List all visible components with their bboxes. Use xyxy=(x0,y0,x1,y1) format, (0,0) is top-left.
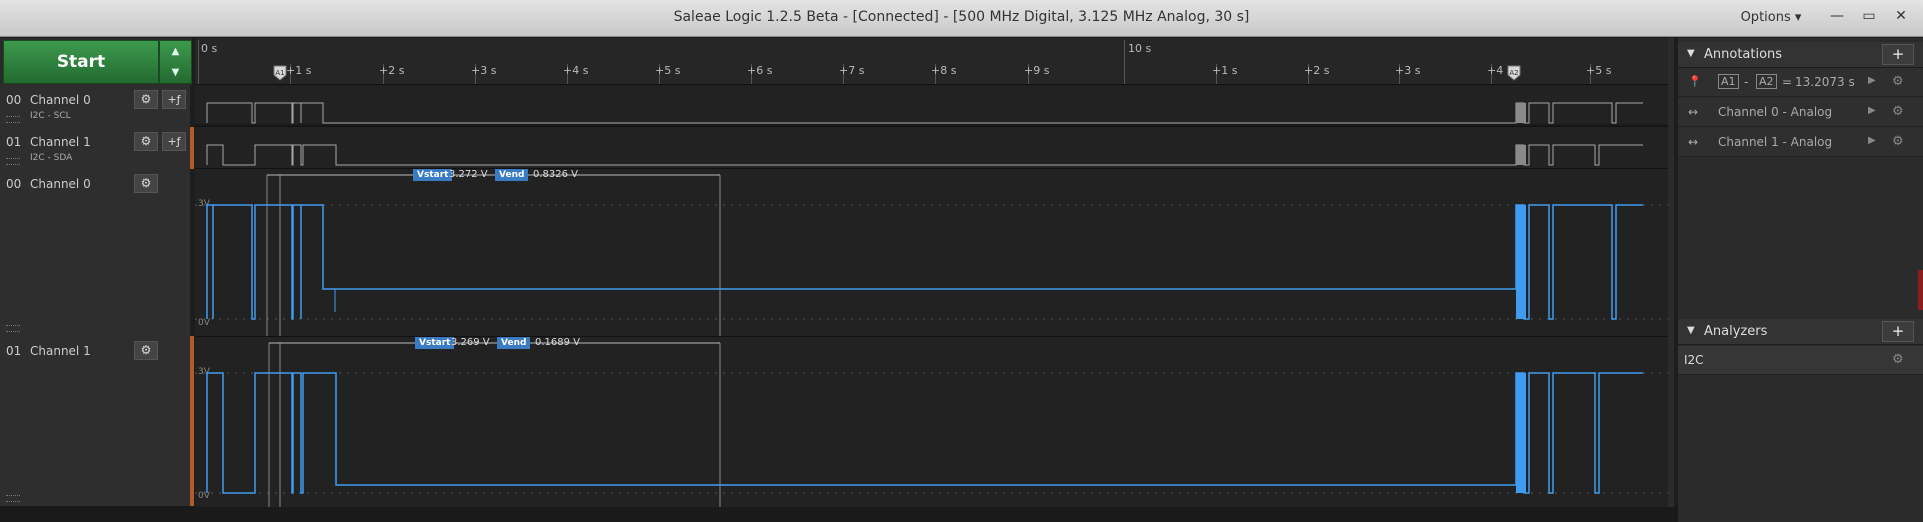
vend-value: 0.8326 V xyxy=(533,169,579,180)
analyzer-row[interactable]: I2C ⚙ xyxy=(1678,346,1923,375)
analyzer-label: I2C xyxy=(1684,353,1704,367)
minimize-button[interactable]: — xyxy=(1822,5,1852,27)
channel-color-bar xyxy=(190,127,194,169)
digital-lane-1[interactable] xyxy=(195,127,1668,169)
analog-lane-0[interactable]: 3V 0V Vstart 3.272 V Vend 0.8326 V xyxy=(195,169,1668,337)
timing-value: 13.2073 s xyxy=(1795,75,1855,89)
digital-waveform-0 xyxy=(195,102,1668,126)
annotation-label: Channel 0 - Analog xyxy=(1718,105,1833,119)
channel-number: 01 xyxy=(6,344,22,358)
horizontal-scrollbar[interactable] xyxy=(0,507,1680,522)
channel-name[interactable]: Channel 1 xyxy=(30,344,91,358)
chevron-down-icon[interactable]: ▼ xyxy=(160,62,191,83)
ruler-major-label: 10 s xyxy=(1128,42,1152,55)
channel-row-digital-0: 00 Channel 0 I2C - SCL ⚙ +ƒ xyxy=(0,85,190,128)
vertical-scrollbar[interactable] xyxy=(1668,38,1674,507)
cursor-markers: A1 A2 xyxy=(273,65,1521,81)
analyzers-title: Analyzers xyxy=(1704,324,1768,339)
channel-analyzer-label: I2C - SDA xyxy=(30,153,73,163)
ruler-major-label: 0 s xyxy=(201,42,218,55)
channel-color-bar xyxy=(190,336,194,506)
drag-handle-icon[interactable] xyxy=(6,495,20,502)
vstart-value: 3.269 V xyxy=(451,337,490,348)
marker-a1[interactable]: A1 xyxy=(273,65,287,81)
close-button[interactable]: ✕ xyxy=(1886,5,1916,27)
side-panel: ▼ Annotations + 📍 A1 - A2 = 13.2073 s ▶ … xyxy=(1678,38,1923,522)
play-arrow-icon[interactable]: ▶ xyxy=(1868,135,1876,146)
marker-a1-label: A1 xyxy=(275,69,284,77)
channel-analyzer-label: I2C - SCL xyxy=(30,111,71,121)
digital-lane-0[interactable] xyxy=(195,85,1668,127)
channel-row-analog-0: 00 Channel 0 ⚙ xyxy=(0,169,190,337)
measure-arrows-icon: ↔ xyxy=(1688,105,1699,119)
annotation-timing-row[interactable]: 📍 A1 - A2 = 13.2073 s ▶ ⚙ xyxy=(1678,68,1923,97)
trigger-icon[interactable]: +ƒ xyxy=(162,132,186,151)
channel-name[interactable]: Channel 0 xyxy=(30,93,91,107)
timing-a1-label: A1 xyxy=(1718,74,1739,89)
add-annotation-button[interactable]: + xyxy=(1882,44,1914,65)
digital-waveform-1 xyxy=(206,144,1643,166)
drag-handle-icon[interactable] xyxy=(6,158,20,165)
restore-button[interactable]: ▭ xyxy=(1854,5,1884,27)
title-bar: Saleae Logic 1.2.5 Beta - [Connected] - … xyxy=(0,0,1923,37)
annotation-label: Channel 1 - Analog xyxy=(1718,135,1833,149)
channel-number: 00 xyxy=(6,93,22,107)
time-ruler[interactable]: 0 s 10 s +1 s +2 s +3 s +4 s +5 s +6 s +7 s +8 … xyxy=(195,38,1668,85)
analog-lane-1[interactable]: 3V 0V Vstart 3.269 V Vend 0.1689 V xyxy=(195,337,1668,508)
collapse-triangle-icon[interactable]: ▼ xyxy=(1687,48,1695,59)
play-arrow-icon[interactable]: ▶ xyxy=(1868,75,1876,86)
edge-indicator xyxy=(1918,270,1923,310)
trigger-icon[interactable]: +ƒ xyxy=(162,90,186,109)
gear-icon[interactable]: ⚙ xyxy=(134,174,158,193)
gear-icon[interactable]: ⚙ xyxy=(1892,352,1904,367)
annotations-header[interactable]: ▼ Annotations + xyxy=(1678,42,1923,68)
channel-number: 01 xyxy=(6,135,22,149)
timing-a2-label: A2 xyxy=(1756,74,1777,89)
analog-waveform-1 xyxy=(195,342,1668,507)
drag-handle-icon[interactable] xyxy=(6,116,20,123)
vstart-tag: Vstart xyxy=(415,337,455,349)
drag-handle-icon[interactable] xyxy=(6,325,20,332)
channel-panel: 00 Channel 0 I2C - SCL ⚙ +ƒ 01 Channel 1… xyxy=(0,85,190,507)
annotation-row[interactable]: ↔ Channel 0 - Analog ▶ ⚙ xyxy=(1678,98,1923,127)
pin-icon: 📍 xyxy=(1688,75,1702,88)
vstart-value: 3.272 V xyxy=(449,169,488,180)
channel-name[interactable]: Channel 0 xyxy=(30,177,91,191)
analog-waveform-0 xyxy=(195,174,1668,336)
add-analyzer-button[interactable]: + xyxy=(1882,321,1914,342)
channel-number: 00 xyxy=(6,177,22,191)
timing-equals: = xyxy=(1782,75,1793,89)
collapse-triangle-icon[interactable]: ▼ xyxy=(1687,325,1695,336)
chevron-up-icon[interactable]: ▲ xyxy=(160,41,191,62)
gear-icon[interactable]: ⚙ xyxy=(1892,74,1904,89)
vend-tag: Vend xyxy=(497,337,531,349)
waveform-view[interactable]: 0 s 10 s +1 s +2 s +3 s +4 s +5 s +6 s +7 s +8 … xyxy=(195,38,1668,508)
vstart-tag: Vstart xyxy=(413,169,453,181)
vend-tag: Vend xyxy=(495,169,529,181)
gear-icon[interactable]: ⚙ xyxy=(1892,134,1904,149)
annotation-row[interactable]: ↔ Channel 1 - Analog ▶ ⚙ xyxy=(1678,128,1923,157)
channel-row-digital-1: 01 Channel 1 I2C - SDA ⚙ +ƒ xyxy=(0,127,190,170)
capture-controls: Start ▲ ▼ xyxy=(0,38,192,85)
marker-a2-label: A2 xyxy=(1509,69,1518,77)
play-arrow-icon[interactable]: ▶ xyxy=(1868,105,1876,116)
analyzers-header[interactable]: ▼ Analyzers + xyxy=(1678,319,1923,345)
gear-icon[interactable]: ⚙ xyxy=(1892,104,1904,119)
marker-a2[interactable]: A2 xyxy=(1507,65,1521,81)
annotations-title: Annotations xyxy=(1704,47,1783,62)
window-title: Saleae Logic 1.2.5 Beta - [Connected] - … xyxy=(673,9,1250,25)
measure-arrows-icon: ↔ xyxy=(1688,135,1699,149)
options-menu[interactable]: Options ▾ xyxy=(1726,8,1816,28)
channel-name[interactable]: Channel 1 xyxy=(30,135,91,149)
timing-dash: - xyxy=(1744,75,1749,89)
start-button[interactable]: Start xyxy=(3,40,159,84)
gear-icon[interactable]: ⚙ xyxy=(134,90,158,109)
start-options-spinner: ▲ ▼ xyxy=(159,40,192,84)
channel-row-analog-1: 01 Channel 1 ⚙ xyxy=(0,336,190,507)
gear-icon[interactable]: ⚙ xyxy=(134,132,158,151)
vend-value: 0.1689 V xyxy=(535,337,581,348)
gear-icon[interactable]: ⚙ xyxy=(134,341,158,360)
